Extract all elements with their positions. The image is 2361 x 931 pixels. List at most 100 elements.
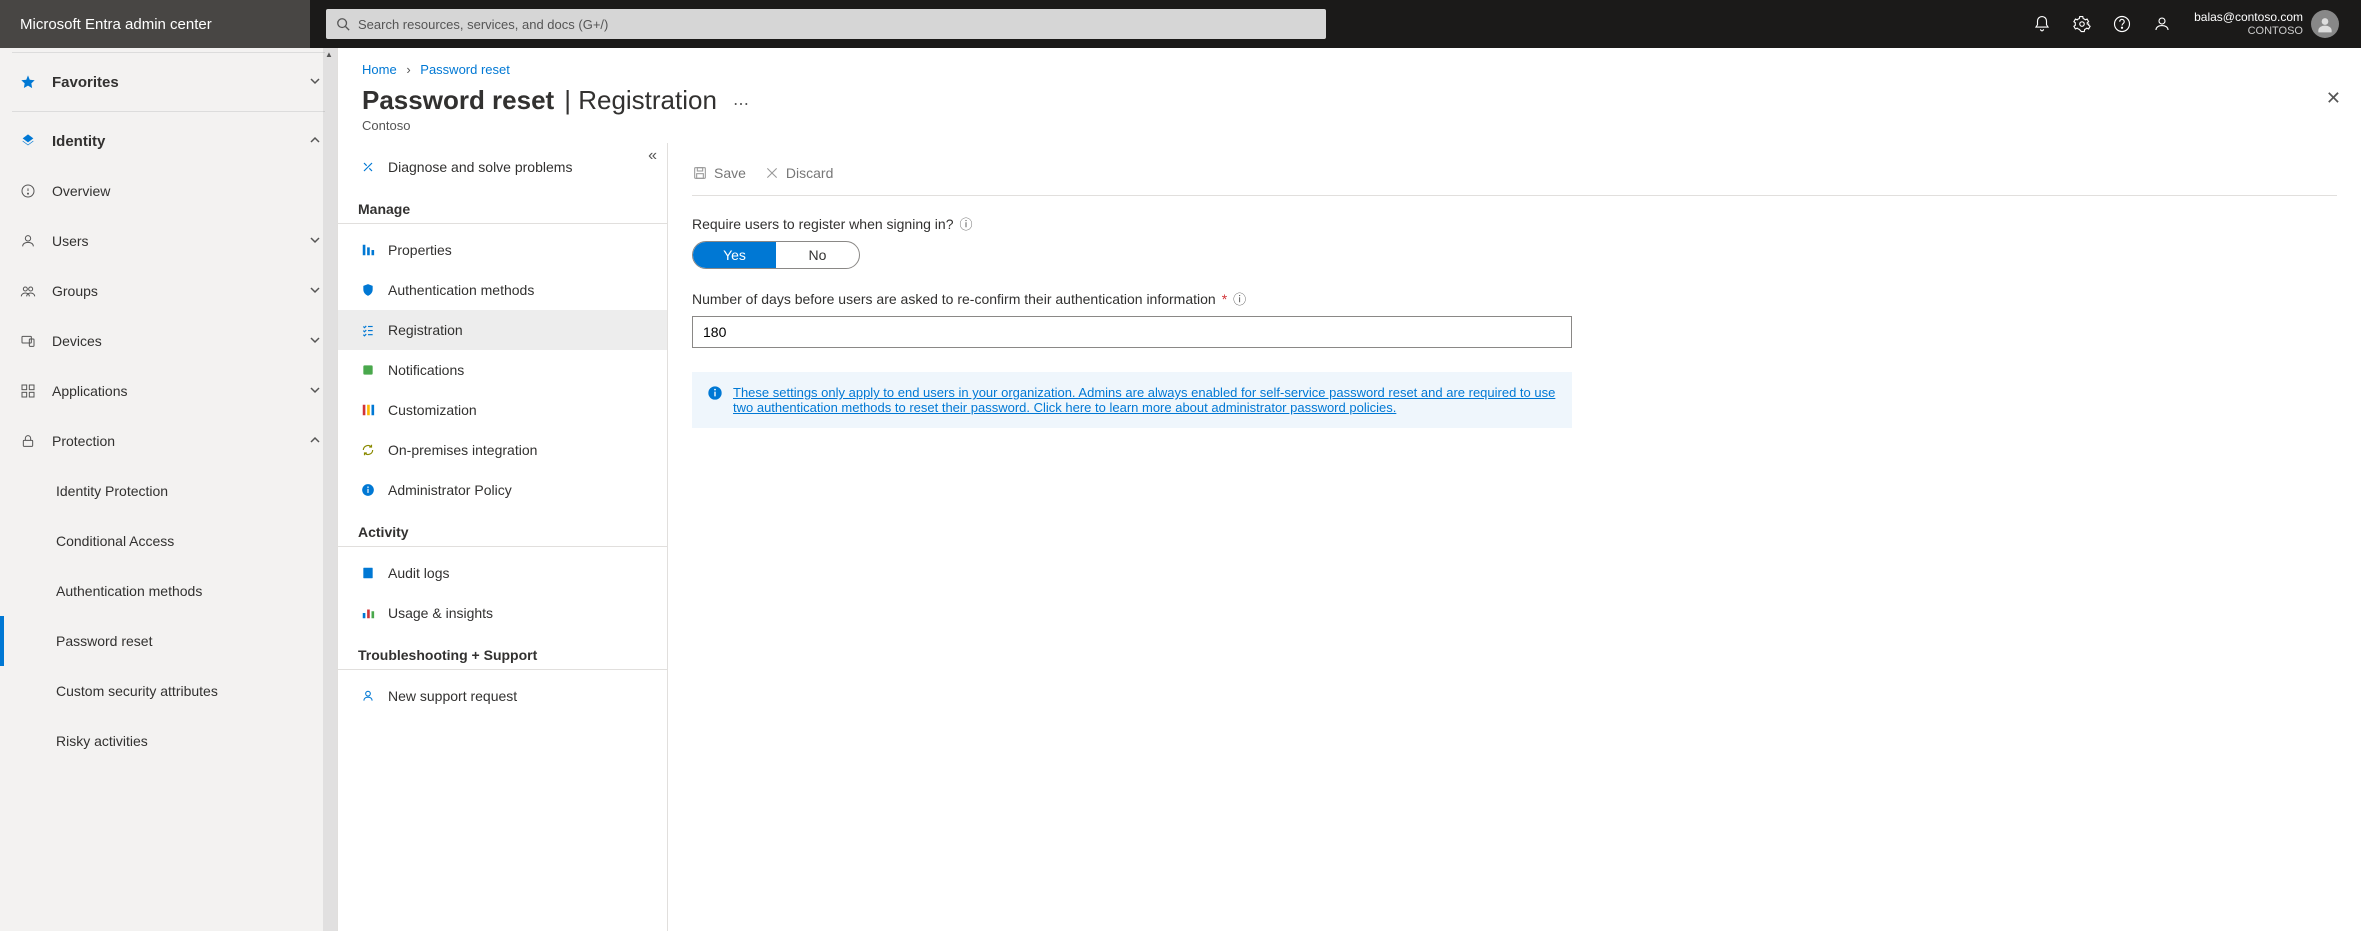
nav-auth-methods[interactable]: Authentication methods xyxy=(0,566,337,616)
input-reconfirm-days[interactable] xyxy=(692,316,1572,348)
apps-icon xyxy=(16,383,40,399)
left-nav: Favorites Identity Overview Users xyxy=(0,48,338,931)
nav-identity[interactable]: Identity xyxy=(0,116,337,166)
avatar xyxy=(2311,10,2339,38)
breadcrumb: Home › Password reset xyxy=(362,62,2337,77)
blade-section-troubleshoot: Troubleshooting + Support xyxy=(338,633,667,670)
palette-icon xyxy=(358,403,378,417)
shield-icon xyxy=(358,283,378,297)
sync-icon xyxy=(358,443,378,457)
nav-devices[interactable]: Devices xyxy=(0,316,337,366)
nav-identity-label: Identity xyxy=(52,133,105,150)
save-icon xyxy=(692,165,708,181)
breadcrumb-home[interactable]: Home xyxy=(362,62,397,77)
nav-password-reset[interactable]: Password reset xyxy=(0,616,337,666)
blade-new-support-request[interactable]: New support request xyxy=(338,676,667,716)
product-name[interactable]: Microsoft Entra admin center xyxy=(0,0,310,48)
chevron-down-icon xyxy=(309,233,321,249)
nav-protection[interactable]: Protection xyxy=(0,416,337,466)
blade-nav: « Diagnose and solve problems Manage Pro… xyxy=(338,143,668,931)
chart-icon xyxy=(358,606,378,620)
chevron-up-icon xyxy=(309,133,321,150)
help-icon[interactable] xyxy=(2102,0,2142,48)
header-actions: balas@contoso.com CONTOSO xyxy=(2022,0,2361,48)
users-icon xyxy=(16,233,40,249)
blade-notifications[interactable]: Notifications xyxy=(338,350,667,390)
discard-button[interactable]: Discard xyxy=(764,165,833,181)
chevron-down-icon xyxy=(309,383,321,399)
toggle-require-register[interactable]: Yes No xyxy=(692,241,860,269)
page-title: Password reset xyxy=(362,85,554,116)
more-actions-icon[interactable]: ⋯ xyxy=(733,94,749,114)
account-menu[interactable]: balas@contoso.com CONTOSO xyxy=(2182,10,2351,38)
info-banner: These settings only apply to end users i… xyxy=(692,372,1572,428)
page-section: | Registration xyxy=(564,85,717,116)
blade-onprem[interactable]: On-premises integration xyxy=(338,430,667,470)
chevron-down-icon xyxy=(309,333,321,349)
chevron-down-icon xyxy=(309,283,321,299)
bell-icon xyxy=(358,363,378,377)
nav-overview[interactable]: Overview xyxy=(0,166,337,216)
info-icon xyxy=(707,385,723,415)
nav-identity-protection[interactable]: Identity Protection xyxy=(0,466,337,516)
log-icon xyxy=(358,566,378,580)
info-icon xyxy=(358,483,378,497)
blade-properties[interactable]: Properties xyxy=(338,230,667,270)
support-icon xyxy=(358,689,378,703)
info-tooltip-icon[interactable]: ⓘ xyxy=(959,214,972,233)
nav-risky-activities[interactable]: Risky activities xyxy=(0,716,337,766)
settings-icon[interactable] xyxy=(2062,0,2102,48)
blade-section-activity: Activity xyxy=(338,510,667,547)
blade-registration[interactable]: Registration xyxy=(338,310,667,350)
nav-groups[interactable]: Groups xyxy=(0,266,337,316)
blade-auth-methods[interactable]: Authentication methods xyxy=(338,270,667,310)
blade-usage-insights[interactable]: Usage & insights xyxy=(338,593,667,633)
identity-icon xyxy=(16,133,40,149)
nav-favorites-label: Favorites xyxy=(52,74,119,91)
collapse-blade-nav-icon[interactable]: « xyxy=(648,147,657,165)
breadcrumb-current[interactable]: Password reset xyxy=(420,62,510,77)
info-tooltip-icon[interactable]: ⓘ xyxy=(1233,289,1246,308)
nav-custom-sec-attrs[interactable]: Custom security attributes xyxy=(0,666,337,716)
save-button[interactable]: Save xyxy=(692,165,746,181)
user-org: CONTOSO xyxy=(2194,25,2303,38)
close-blade-icon[interactable]: ✕ xyxy=(2326,88,2341,109)
blade-audit-logs[interactable]: Audit logs xyxy=(338,553,667,593)
feedback-icon[interactable] xyxy=(2142,0,2182,48)
devices-icon xyxy=(16,333,40,349)
search-container: Search resources, services, and docs (G+… xyxy=(310,9,2022,39)
blade-customization[interactable]: Customization xyxy=(338,390,667,430)
label-reconfirm-days: Number of days before users are asked to… xyxy=(692,289,2337,308)
blade-section-manage: Manage xyxy=(338,187,667,224)
top-header: Microsoft Entra admin center Search reso… xyxy=(0,0,2361,48)
chevron-up-icon xyxy=(309,433,321,449)
sidebar-scrollbar[interactable] xyxy=(323,48,337,931)
nav-users[interactable]: Users xyxy=(0,216,337,266)
blade-admin-policy[interactable]: Administrator Policy xyxy=(338,470,667,510)
search-placeholder: Search resources, services, and docs (G+… xyxy=(358,17,608,32)
required-asterisk: * xyxy=(1222,291,1227,307)
toggle-no[interactable]: No xyxy=(776,242,859,268)
blade-diagnose[interactable]: Diagnose and solve problems xyxy=(338,147,667,187)
command-bar: Save Discard xyxy=(692,157,2337,196)
content-area: Home › Password reset Password reset | R… xyxy=(338,48,2361,931)
notifications-icon[interactable] xyxy=(2022,0,2062,48)
checklist-icon xyxy=(358,323,378,337)
toggle-yes[interactable]: Yes xyxy=(693,242,776,268)
breadcrumb-sep: › xyxy=(406,62,410,77)
wrench-icon xyxy=(358,159,378,175)
star-icon xyxy=(16,74,40,90)
info-banner-link[interactable]: These settings only apply to end users i… xyxy=(733,385,1557,415)
nav-conditional-access[interactable]: Conditional Access xyxy=(0,516,337,566)
global-search[interactable]: Search resources, services, and docs (G+… xyxy=(326,9,1326,39)
user-email: balas@contoso.com xyxy=(2194,10,2303,24)
discard-icon xyxy=(764,165,780,181)
lock-icon xyxy=(16,433,40,449)
properties-icon xyxy=(358,243,378,257)
nav-favorites[interactable]: Favorites xyxy=(0,57,337,107)
nav-applications[interactable]: Applications xyxy=(0,366,337,416)
tenant-name: Contoso xyxy=(362,116,2337,143)
groups-icon xyxy=(16,283,40,299)
label-require-register: Require users to register when signing i… xyxy=(692,214,2337,233)
search-icon xyxy=(336,17,350,31)
